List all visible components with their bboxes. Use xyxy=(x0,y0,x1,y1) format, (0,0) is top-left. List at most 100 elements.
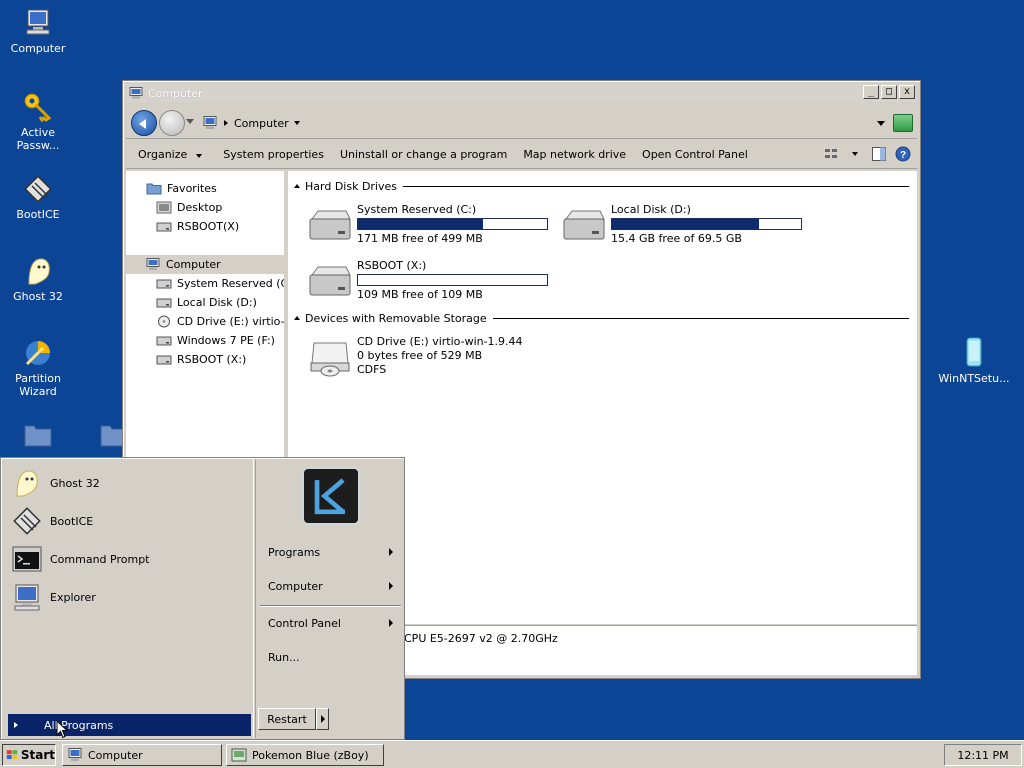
start-item-command-prompt[interactable]: Command Prompt xyxy=(11,542,150,576)
recent-pages-dropdown[interactable] xyxy=(186,119,194,124)
drive-free-space: 171 MB free of 499 MB xyxy=(357,232,483,245)
restart-button[interactable]: Restart xyxy=(258,708,316,730)
nav-local-disk[interactable]: Local Disk (D:) xyxy=(156,293,257,312)
address-bar: Computer xyxy=(126,105,917,139)
drive-usage-bar xyxy=(357,274,548,286)
computer-icon xyxy=(146,258,160,270)
divider xyxy=(403,185,909,187)
refresh-button[interactable] xyxy=(893,114,913,132)
hard-drive-icon xyxy=(563,210,605,240)
preview-pane-icon[interactable] xyxy=(871,146,887,162)
desktop-icon-label: Active Passw... xyxy=(16,126,60,152)
cd-drive-free-space: 0 bytes free of 529 MB xyxy=(357,349,483,362)
all-programs-button[interactable]: All Programs xyxy=(8,714,251,736)
nav-cd-drive[interactable]: CD Drive (E:) virtio-win xyxy=(156,312,284,331)
close-button[interactable]: x xyxy=(899,85,915,99)
desktop-icon-ghost32[interactable]: Ghost 32 xyxy=(2,254,74,303)
drive-local-disk[interactable]: Local Disk (D:) 15.4 GB free of 69.5 GB xyxy=(562,203,812,253)
desktop-icon-active-password[interactable]: Active Passw... xyxy=(2,90,74,152)
nav-rsboot-fav[interactable]: RSBOOT(X) xyxy=(156,217,239,236)
start-item-bootice[interactable]: BootICE xyxy=(11,504,93,538)
collapse-icon xyxy=(294,184,300,188)
desktop-icon-label: BootICE xyxy=(16,208,60,221)
svg-text:?: ? xyxy=(900,150,906,161)
nav-system-reserved[interactable]: System Reserved (C:) xyxy=(156,274,284,293)
desktop-icon-partition-wizard[interactable]: Partition Wizard xyxy=(2,336,74,398)
nav-windows7pe[interactable]: Windows 7 PE (F:) xyxy=(156,331,275,350)
desktop-icon-winntsetup[interactable]: WinNTSetu... xyxy=(938,336,1010,385)
hard-drive-icon xyxy=(156,336,172,346)
drive-free-space: 109 MB free of 109 MB xyxy=(357,288,483,301)
drive-free-space: 15.4 GB free of 69.5 GB xyxy=(611,232,742,245)
desktop-icon-label: Ghost 32 xyxy=(13,290,63,303)
taskbar-button-pokemon[interactable]: Pokemon Blue (zBoy) xyxy=(226,744,384,766)
maximize-button[interactable]: □ xyxy=(881,85,897,99)
drive-name: RSBOOT (X:) xyxy=(357,259,427,272)
explorer-icon xyxy=(14,584,40,611)
folder-icon xyxy=(24,425,52,447)
minimize-button[interactable]: _ xyxy=(863,85,879,99)
drive-name: Local Disk (D:) xyxy=(611,203,691,216)
computer-icon xyxy=(129,87,143,99)
drive-rsboot[interactable]: RSBOOT (X:) 109 MB free of 109 MB xyxy=(308,259,558,309)
bootice-icon xyxy=(24,175,52,203)
group-removable-storage[interactable]: Devices with Removable Storage xyxy=(294,311,909,325)
submenu-arrow-icon xyxy=(389,619,393,627)
view-dropdown-icon[interactable] xyxy=(852,152,858,156)
desktop-icon-label: Partition Wizard xyxy=(15,372,61,398)
map-network-drive-button[interactable]: Map network drive xyxy=(523,148,626,161)
forward-button[interactable] xyxy=(159,110,185,136)
chevron-right-icon xyxy=(14,722,18,728)
start-item-explorer[interactable]: Explorer xyxy=(11,580,96,614)
uninstall-program-button[interactable]: Uninstall or change a program xyxy=(340,148,507,161)
drive-system-reserved[interactable]: System Reserved (C:) 171 MB free of 499 … xyxy=(308,203,558,253)
open-control-panel-button[interactable]: Open Control Panel xyxy=(642,148,748,161)
start-run[interactable]: Run... xyxy=(260,646,399,668)
drive-name: System Reserved (C:) xyxy=(357,203,477,216)
bootice-icon xyxy=(13,507,41,535)
cd-drive-filesystem: CDFS xyxy=(357,363,387,376)
desktop-icon-computer[interactable]: Computer xyxy=(2,6,74,55)
desktop-icon-bootice[interactable]: BootICE xyxy=(2,172,74,221)
start-button[interactable]: Start xyxy=(2,744,56,766)
start-programs[interactable]: Programs xyxy=(260,541,399,563)
nav-rsboot[interactable]: RSBOOT (X:) xyxy=(156,350,246,369)
taskbar: Start Computer Pokemon Blue (zBoy) 12:11… xyxy=(0,740,1024,768)
nav-computer[interactable]: Computer xyxy=(126,255,284,274)
drive-cd[interactable]: CD Drive (E:) virtio-win-1.9.44 0 bytes … xyxy=(308,335,558,385)
divider xyxy=(492,317,909,319)
nav-favorites[interactable]: Favorites xyxy=(146,179,217,198)
favorites-folder-icon xyxy=(146,183,162,195)
game-window-icon xyxy=(231,748,247,762)
hard-drive-icon xyxy=(309,266,351,296)
back-button[interactable] xyxy=(131,110,157,136)
breadcrumb-dropdown-icon[interactable] xyxy=(293,121,300,125)
start-computer[interactable]: Computer xyxy=(260,575,399,597)
breadcrumb-computer[interactable]: Computer xyxy=(234,117,289,130)
nav-desktop[interactable]: Desktop xyxy=(156,198,222,217)
details-processor: CPU E5-2697 v2 @ 2.70GHz xyxy=(404,632,558,645)
title-bar[interactable]: Computer _ □ x xyxy=(126,84,917,102)
taskbar-button-computer[interactable]: Computer xyxy=(62,744,222,766)
computer-icon xyxy=(203,116,217,129)
view-options-icon[interactable] xyxy=(823,146,839,162)
start-item-ghost32[interactable]: Ghost 32 xyxy=(11,466,100,500)
hard-drive-icon xyxy=(156,355,172,365)
address-field[interactable]: Computer xyxy=(198,112,889,134)
start-menu-pinned-list: Ghost 32 BootICE Command Prompt Explorer… xyxy=(2,459,254,738)
system-clock[interactable]: 12:11 PM xyxy=(944,744,1022,766)
partition-wizard-icon xyxy=(25,341,50,366)
hard-drive-icon xyxy=(156,222,172,232)
desktop-icon-folder-1[interactable] xyxy=(2,418,74,454)
start-control-panel[interactable]: Control Panel xyxy=(260,612,399,634)
submenu-arrow-icon xyxy=(389,548,393,556)
restart-options-button[interactable] xyxy=(316,708,329,730)
hard-drive-icon xyxy=(156,298,172,308)
group-hard-disk-drives[interactable]: Hard Disk Drives xyxy=(294,179,909,193)
desktop-icon-label: Computer xyxy=(10,42,66,55)
address-dropdown[interactable] xyxy=(877,121,885,126)
key-icon xyxy=(24,93,52,123)
help-icon[interactable]: ? xyxy=(895,146,911,162)
system-properties-button[interactable]: System properties xyxy=(223,148,324,161)
organize-button[interactable]: Organize xyxy=(138,148,207,161)
